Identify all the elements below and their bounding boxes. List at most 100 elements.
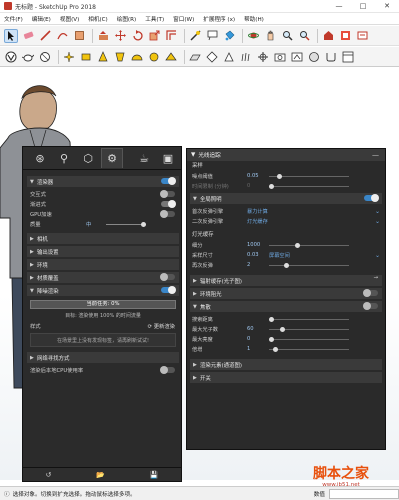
frame-buffer-tab-icon[interactable]: ▣ (157, 148, 179, 168)
sampling-slider[interactable] (269, 183, 349, 189)
menu-draw[interactable]: 绘图(R) (117, 15, 136, 23)
orbit-tool-icon[interactable] (246, 29, 260, 43)
tape-tool-icon[interactable] (188, 29, 202, 43)
material-icon[interactable] (307, 50, 321, 64)
sphere-icon[interactable] (38, 50, 52, 64)
gi-engine-dropdown[interactable]: 灯光缓存 (247, 218, 268, 225)
zoom-tool-icon[interactable] (280, 29, 294, 43)
infinite-plane-icon[interactable] (188, 50, 202, 64)
maximize-button[interactable]: □ (351, 0, 375, 13)
camera-icon[interactable] (273, 50, 287, 64)
ambient-section[interactable]: ▶ 环境阻光 (190, 288, 382, 299)
material-override-section[interactable]: ▶ 材质覆盖 (27, 272, 179, 283)
caustic-slider[interactable] (269, 346, 349, 352)
menu-tools[interactable]: 工具(T) (145, 15, 164, 23)
caustic-slider[interactable] (269, 316, 349, 322)
interactive-toggle[interactable] (160, 190, 175, 198)
gi-engine-dropdown[interactable]: 暴力计算 (247, 208, 268, 215)
network-section[interactable]: ▶ 网络寻找方式 (27, 352, 179, 363)
frame-buffer-icon[interactable] (341, 50, 355, 64)
ambient-toggle[interactable] (363, 289, 378, 297)
light-sphere-icon[interactable] (147, 50, 161, 64)
rotate-tool-icon[interactable] (130, 29, 144, 43)
status-info-icon[interactable]: ⓘ (4, 490, 10, 498)
arc-tool-icon[interactable] (55, 29, 69, 43)
light-cache-dropdown[interactable]: 屏幕空间 (269, 252, 290, 259)
caustic-slider[interactable] (269, 326, 349, 332)
pan-tool-icon[interactable] (263, 29, 277, 43)
teapot-icon[interactable] (21, 50, 35, 64)
sampling-value[interactable]: 0 (247, 183, 269, 189)
caustic-value[interactable]: 1 (247, 346, 269, 352)
caustic-value[interactable]: 0 (247, 336, 269, 342)
shape-tool-icon[interactable] (72, 29, 86, 43)
light-cache-slider-knob[interactable] (295, 242, 301, 248)
gpu-toggle[interactable] (160, 210, 175, 218)
denoise-toggle[interactable] (161, 286, 176, 294)
fur-icon[interactable] (239, 50, 253, 64)
offset-tool-icon[interactable] (164, 29, 178, 43)
settings-tab-icon[interactable]: ⚙ (101, 148, 123, 168)
measurements-input[interactable] (329, 488, 399, 499)
paint-tool-icon[interactable] (222, 29, 236, 43)
irradiance-section[interactable]: ▶ 辐射缓存(光子图) → (190, 275, 382, 286)
light-cache-slider-knob[interactable] (284, 262, 289, 268)
caustic-value[interactable]: 60 (247, 326, 269, 332)
menu-camera[interactable]: 相机(C) (88, 15, 107, 23)
push-pull-tool-icon[interactable] (96, 29, 110, 43)
chevron-down-icon[interactable]: ⌄ (375, 208, 380, 215)
menu-view[interactable]: 视图(V) (60, 15, 79, 23)
sampling-slider-knob[interactable] (276, 173, 282, 179)
refresh-button[interactable]: ⟳ 更新渲染 (148, 322, 175, 330)
light-spot-icon[interactable] (96, 50, 110, 64)
sampling-slider-knob[interactable] (269, 183, 274, 189)
menu-window[interactable]: 窗口(W) (173, 15, 194, 23)
gi-toggle[interactable] (364, 194, 379, 202)
renderer-toggle[interactable] (161, 177, 176, 185)
light-cache-value[interactable]: 2 (247, 262, 269, 268)
light-cache-slider[interactable] (269, 242, 349, 248)
light-ies-icon[interactable] (113, 50, 127, 64)
line-tool-icon[interactable] (38, 29, 52, 43)
gi-section[interactable]: ▼ 全局照明 (190, 193, 382, 204)
caustics-section[interactable]: ▼ 焦散 (190, 301, 382, 312)
quality-slider-knob[interactable] (141, 221, 146, 227)
cpu-toggle[interactable] (160, 366, 175, 374)
light-cache-slider[interactable] (269, 262, 349, 268)
menu-file[interactable]: 文件(F) (4, 15, 23, 23)
caustics-toggle[interactable] (363, 302, 378, 310)
light-mesh-icon[interactable] (164, 50, 178, 64)
renderer-section[interactable]: ▼ 渲染器 (27, 176, 179, 187)
vray-logo-icon[interactable] (4, 50, 18, 64)
sampling-value[interactable]: 0.05 (247, 173, 269, 179)
close-button[interactable]: ✕ (375, 0, 399, 13)
materials-tab-icon[interactable]: ⊛ (29, 148, 51, 168)
chevron-down-icon[interactable]: ⌄ (375, 252, 380, 259)
open-icon[interactable]: 📂 (96, 471, 105, 479)
more-icon[interactable]: → (373, 275, 378, 281)
geometry-tab-icon[interactable]: ⬡ (77, 148, 99, 168)
caustic-slider-knob[interactable] (269, 336, 274, 342)
caustic-slider-knob[interactable] (280, 326, 286, 332)
save-icon[interactable]: 💾 (150, 471, 159, 479)
lights-tab-icon[interactable]: ⚲ (53, 148, 75, 168)
move-tool-icon[interactable] (113, 29, 127, 43)
warehouse-tool-icon[interactable] (321, 29, 335, 43)
select-tool-icon[interactable] (4, 28, 18, 43)
quality-slider[interactable] (106, 221, 146, 227)
clipper-icon[interactable] (256, 50, 270, 64)
undo-icon[interactable]: ↺ (45, 471, 51, 479)
scale-tool-icon[interactable] (147, 29, 161, 43)
denoise-section[interactable]: ▼ 降噪渲染 (27, 285, 179, 296)
mesh-export-icon[interactable] (205, 50, 219, 64)
minimize-button[interactable]: — (327, 0, 351, 13)
sampling-slider[interactable] (269, 173, 349, 179)
menu-extensions[interactable]: 扩展程序 (x) (203, 15, 235, 23)
caustic-slider-knob[interactable] (272, 346, 278, 352)
light-omni-icon[interactable] (62, 50, 76, 64)
zoom-extents-tool-icon[interactable] (297, 29, 311, 43)
progressive-toggle[interactable] (161, 200, 176, 208)
output-section[interactable]: ▶ 输出设置 (27, 246, 179, 257)
light-cache-value[interactable]: 1000 (247, 242, 269, 248)
caustic-slider-knob[interactable] (269, 316, 274, 322)
